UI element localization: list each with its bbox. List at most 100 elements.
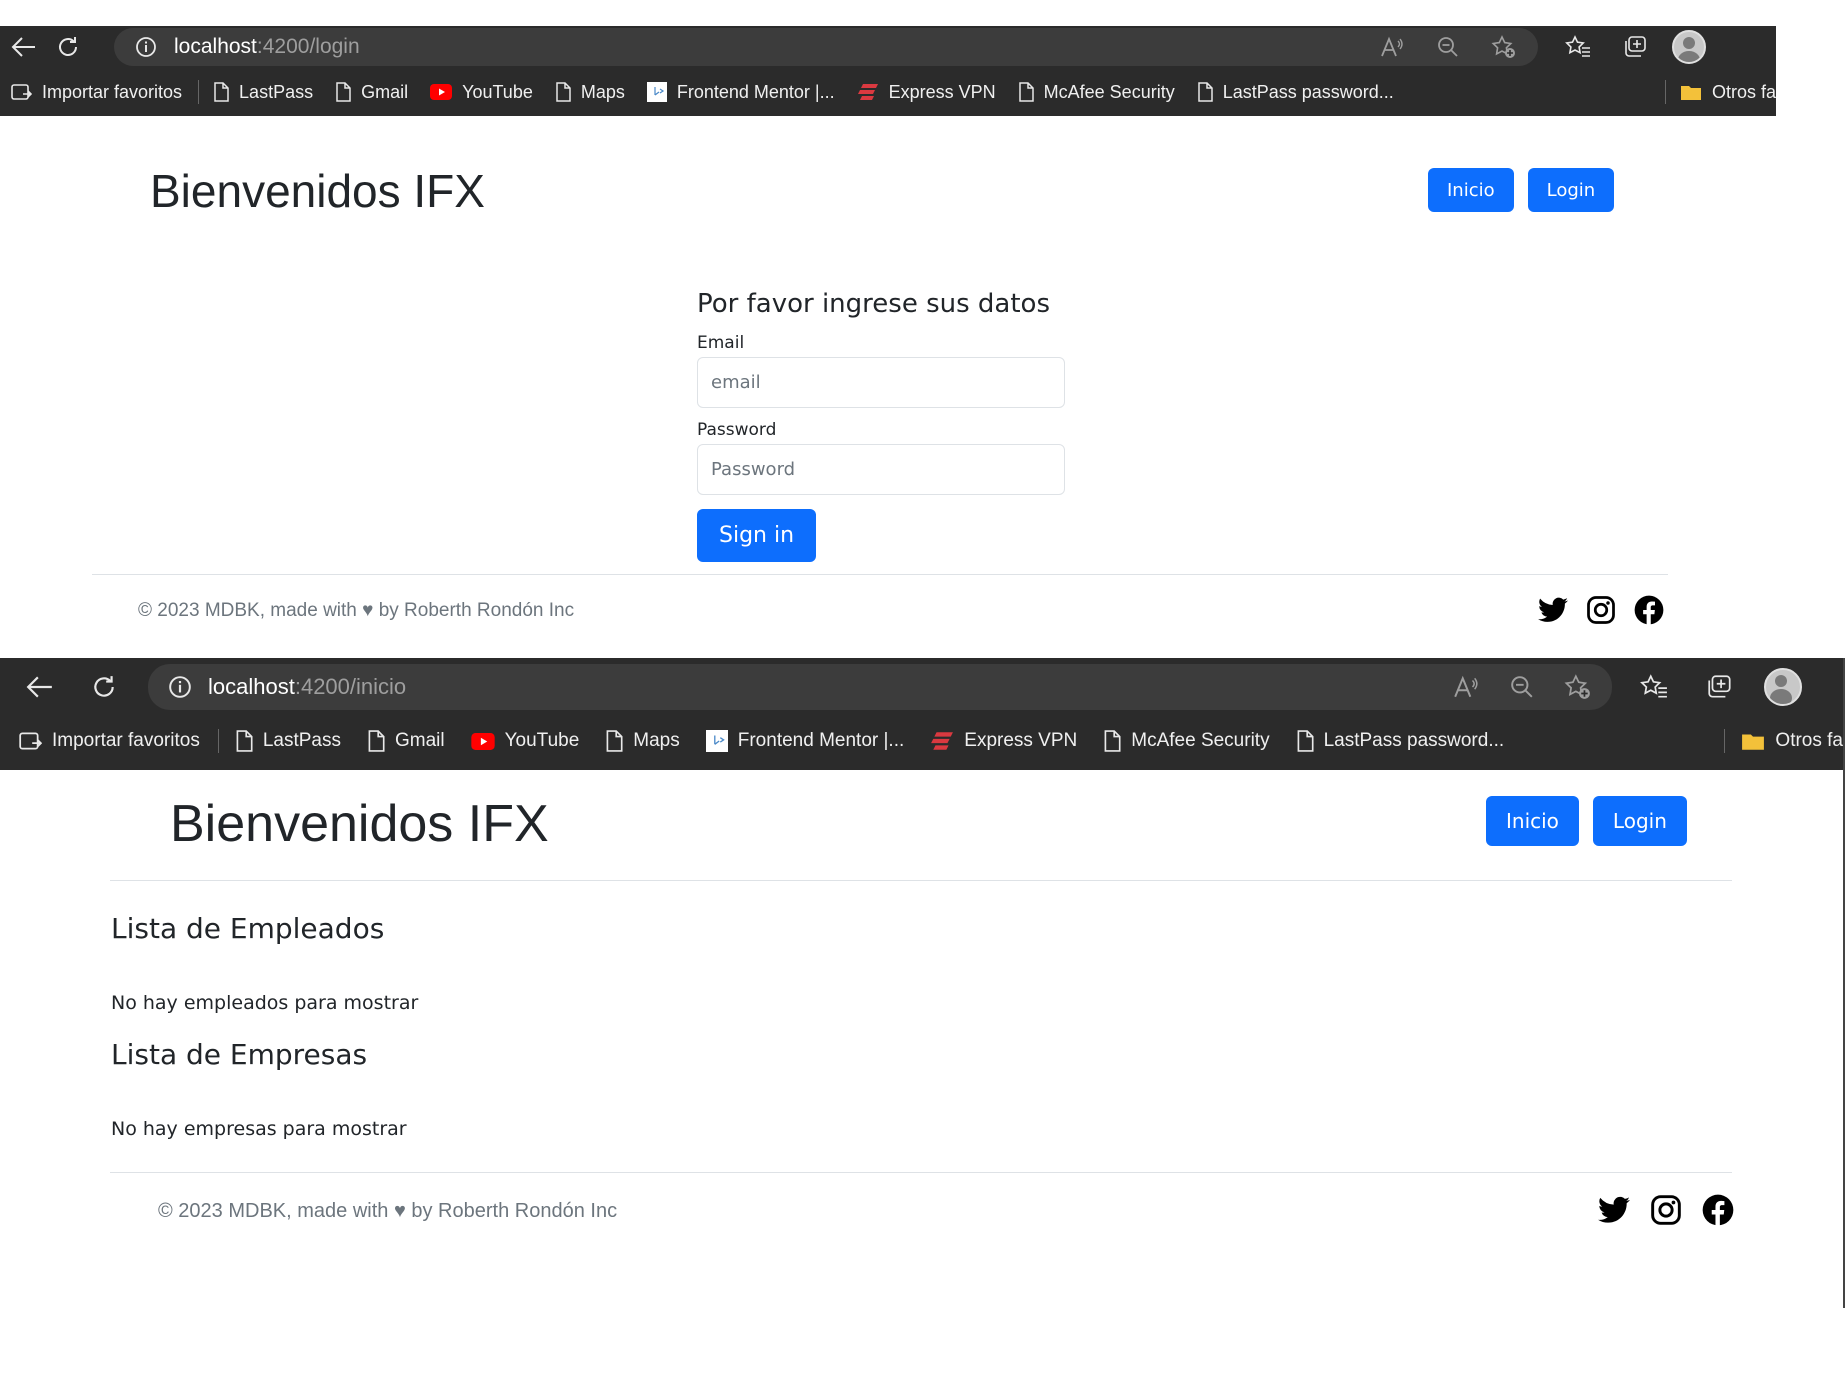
browser-chrome: localhost:4200/inicio Importar favoritos… xyxy=(0,658,1843,770)
browser-right-tools xyxy=(1556,28,1706,66)
bookmark-youtube[interactable]: YouTube xyxy=(459,730,594,752)
employees-title: Lista de Empleados xyxy=(111,912,385,945)
social-links xyxy=(1598,1194,1734,1231)
address-bar[interactable]: localhost:4200/inicio xyxy=(148,664,1612,710)
frontend-mentor-icon xyxy=(646,82,667,102)
youtube-icon xyxy=(430,84,453,100)
back-icon[interactable] xyxy=(2,28,46,66)
page-icon xyxy=(1103,730,1121,752)
bookmark-importar-favoritos[interactable]: Importar favoritos xyxy=(6,730,214,752)
read-aloud-icon[interactable] xyxy=(1368,28,1416,66)
inicio-button[interactable]: Inicio xyxy=(1428,168,1514,212)
twitter-icon[interactable] xyxy=(1538,597,1568,628)
companies-empty-message: No hay empresas para mostrar xyxy=(111,1118,407,1140)
bookmark-lastpass[interactable]: LastPass xyxy=(223,730,355,752)
companies-title: Lista de Empresas xyxy=(111,1038,368,1071)
page-icon xyxy=(235,730,253,752)
favorites-icon[interactable] xyxy=(1556,28,1600,66)
email-field[interactable] xyxy=(697,357,1065,408)
footer-copyright: © 2023 MDBK, made with ♥ by Roberth Rond… xyxy=(158,1200,618,1222)
footer-divider xyxy=(110,1172,1732,1173)
facebook-icon[interactable] xyxy=(1702,1194,1734,1231)
header-divider xyxy=(110,880,1732,881)
bookmark-youtube[interactable]: YouTube xyxy=(420,82,545,103)
bookmark-other-favorites[interactable]: Otros fa xyxy=(1670,82,1776,103)
inicio-screenshot: localhost:4200/inicio Importar favoritos… xyxy=(0,658,1845,1308)
bookmark-lastpass-password[interactable]: LastPass password... xyxy=(1284,730,1519,752)
collections-icon[interactable] xyxy=(1698,668,1742,706)
twitter-icon[interactable] xyxy=(1598,1196,1630,1229)
bookmark-separator xyxy=(1724,729,1726,753)
browser-toolbar: localhost:4200/inicio xyxy=(0,664,1843,710)
refresh-icon[interactable] xyxy=(82,668,126,706)
import-icon xyxy=(10,82,32,102)
expressvpn-icon xyxy=(857,83,879,101)
site-info-icon[interactable] xyxy=(160,675,200,699)
bookmark-frontend-mentor[interactable]: Frontend Mentor |... xyxy=(637,82,847,103)
page-icon xyxy=(1018,82,1034,102)
instagram-icon[interactable] xyxy=(1650,1194,1682,1231)
frontend-mentor-icon xyxy=(705,730,728,752)
login-button[interactable]: Login xyxy=(1527,168,1615,212)
youtube-icon xyxy=(470,732,495,750)
login-button[interactable]: Login xyxy=(1592,796,1687,846)
add-favorite-icon[interactable] xyxy=(1554,668,1602,706)
profile-avatar[interactable] xyxy=(1764,668,1802,706)
facebook-icon[interactable] xyxy=(1634,595,1664,630)
bookmark-maps[interactable]: Maps xyxy=(545,82,637,103)
bookmark-express-vpn[interactable]: Express VPN xyxy=(847,82,1008,103)
profile-avatar[interactable] xyxy=(1672,30,1706,64)
url-text: localhost:4200/inicio xyxy=(208,674,407,699)
bookmark-express-vpn[interactable]: Express VPN xyxy=(918,730,1091,752)
page-icon xyxy=(605,730,623,752)
page-icon xyxy=(335,82,351,102)
inicio-button[interactable]: Inicio xyxy=(1486,796,1579,846)
site-info-icon[interactable] xyxy=(126,36,166,58)
social-links xyxy=(1538,595,1664,630)
bookmark-separator xyxy=(198,80,200,104)
bookmark-importar-favoritos[interactable]: Importar favoritos xyxy=(0,82,194,103)
zoom-icon[interactable] xyxy=(1498,668,1546,706)
sign-in-button[interactable]: Sign in xyxy=(697,509,817,562)
login-form-title: Por favor ingrese sus datos xyxy=(697,289,1050,319)
bookmark-other-favorites[interactable]: Otros fa xyxy=(1729,730,1843,752)
bookmark-lastpass[interactable]: LastPass xyxy=(203,82,325,103)
bookmarks-bar: Importar favoritos LastPass Gmail YouTub… xyxy=(0,716,1843,766)
bookmark-separator xyxy=(1664,80,1666,104)
bookmark-frontend-mentor[interactable]: Frontend Mentor |... xyxy=(694,730,919,752)
favorites-icon[interactable] xyxy=(1632,668,1676,706)
address-bar[interactable]: localhost:4200/login xyxy=(114,28,1538,66)
back-icon[interactable] xyxy=(18,668,62,706)
url-text: localhost:4200/login xyxy=(174,35,360,58)
page-icon xyxy=(1296,730,1314,752)
footer-divider xyxy=(92,574,1668,575)
refresh-icon[interactable] xyxy=(46,28,90,66)
bookmark-maps[interactable]: Maps xyxy=(593,730,693,752)
bookmark-gmail[interactable]: Gmail xyxy=(355,730,459,752)
bookmark-mcafee[interactable]: McAfee Security xyxy=(1008,82,1187,103)
import-icon xyxy=(18,730,42,752)
page-title: Bienvenidos IFX xyxy=(170,795,549,853)
browser-chrome: localhost:4200/login Importar favoritos … xyxy=(0,26,1776,116)
read-aloud-icon[interactable] xyxy=(1442,668,1490,706)
address-actions xyxy=(1368,28,1528,66)
browser-right-tools xyxy=(1632,668,1802,706)
bookmark-mcafee[interactable]: McAfee Security xyxy=(1091,730,1283,752)
bookmark-lastpass-password[interactable]: LastPass password... xyxy=(1187,82,1406,103)
footer-copyright: © 2023 MDBK, made with ♥ by Roberth Rond… xyxy=(138,600,575,621)
bookmark-separator xyxy=(217,729,219,753)
zoom-icon[interactable] xyxy=(1424,28,1472,66)
folder-icon xyxy=(1741,731,1765,751)
top-nav: Inicio Login xyxy=(1486,796,1687,846)
add-favorite-icon[interactable] xyxy=(1480,28,1528,66)
password-field[interactable] xyxy=(697,444,1065,495)
page-icon xyxy=(555,82,571,102)
instagram-icon[interactable] xyxy=(1586,595,1616,630)
collections-icon[interactable] xyxy=(1614,28,1658,66)
login-form: Por favor ingrese sus datos Email Passwo… xyxy=(697,289,1065,562)
folder-icon xyxy=(1680,83,1702,101)
page-title: Bienvenidos IFX xyxy=(150,165,485,217)
top-nav: Inicio Login xyxy=(1428,168,1615,212)
bookmark-gmail[interactable]: Gmail xyxy=(325,82,420,103)
page-icon xyxy=(213,82,229,102)
